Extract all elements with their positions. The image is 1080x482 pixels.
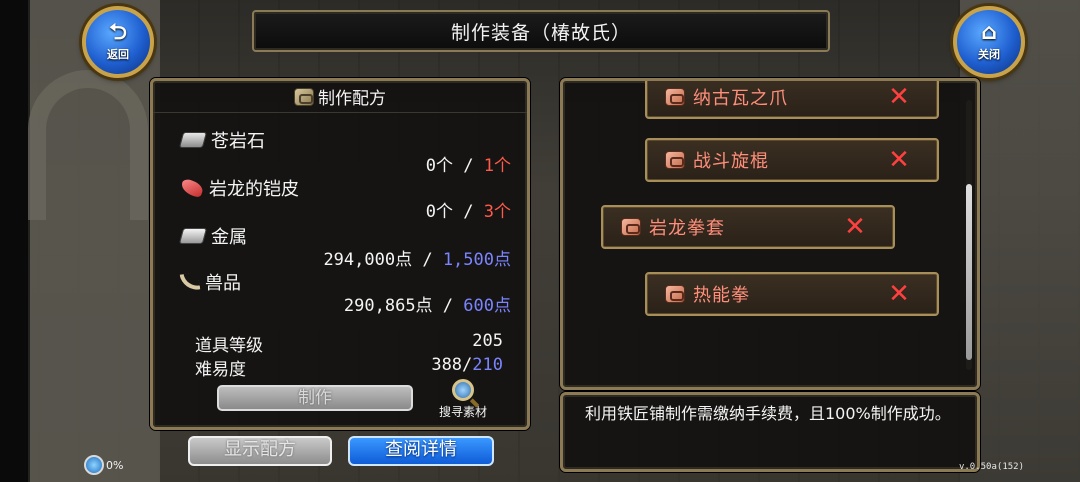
view-details-button[interactable]: 查阅详情 xyxy=(348,436,494,466)
remove-icon[interactable]: ✕ xyxy=(879,84,919,110)
version-label: v.0.50a(152) xyxy=(958,462,1024,472)
remove-icon[interactable]: ✕ xyxy=(879,281,919,307)
material-have: 0个 xyxy=(425,202,454,222)
material-row: 兽品 290,865点 / 600点 xyxy=(179,269,511,316)
material-name-label: 苍岩石 xyxy=(211,131,265,152)
recipe-header: 制作配方 xyxy=(153,81,527,113)
material-name: 金属 xyxy=(178,223,247,249)
list-item[interactable]: 纳古瓦之爪 ✕ xyxy=(645,81,939,119)
material-separator: / xyxy=(432,296,464,316)
recipe-scroll-icon xyxy=(294,87,314,106)
scroll-icon xyxy=(665,88,685,106)
list-scrollbar-thumb[interactable] xyxy=(966,184,972,360)
remove-icon[interactable]: ✕ xyxy=(879,147,919,173)
background-arch xyxy=(28,70,148,220)
magnifier-icon xyxy=(452,379,474,401)
back-button-label: 返回 xyxy=(107,48,129,61)
material-row: 金属 294,000点 / 1,500点 xyxy=(178,223,511,270)
search-materials-label: 搜寻素材 xyxy=(438,405,487,419)
screen-edge xyxy=(0,0,28,482)
material-name-label: 金属 xyxy=(211,227,247,248)
material-count: 290,865点 / 600点 xyxy=(344,291,511,316)
material-have: 0个 xyxy=(425,156,454,176)
status-percent: 0% xyxy=(106,458,124,472)
item-name: 纳古瓦之爪 xyxy=(693,88,788,109)
item-level-row: 道具等级 205 xyxy=(195,331,503,356)
material-name: 岩龙的铠皮 xyxy=(179,175,299,201)
close-button[interactable]: ⌂ 关闭 xyxy=(953,6,1025,78)
home-icon: ⌂ xyxy=(981,20,997,45)
material-separator: / xyxy=(453,156,484,176)
recipe-header-label: 制作配方 xyxy=(318,89,386,109)
material-name: 苍岩石 xyxy=(178,127,265,153)
material-row: 岩龙的铠皮 0个 / 3个 xyxy=(179,175,511,222)
list-item[interactable]: 战斗旋棍 ✕ xyxy=(645,138,939,182)
difficulty-value: 388/210 xyxy=(431,355,503,375)
material-count: 0个 / 1个 xyxy=(426,151,511,176)
material-row: 苍岩石 0个 / 1个 xyxy=(178,127,511,176)
info-text: 利用铁匠铺制作需缴纳手续费，且100%制作成功。 xyxy=(585,404,951,423)
material-count: 0个 / 3个 xyxy=(426,197,511,222)
material-separator: / xyxy=(412,250,443,270)
window-title-bar: 制作装备（椿故氏） xyxy=(252,10,830,52)
search-materials-button[interactable]: 搜寻素材 xyxy=(431,379,495,420)
claw-icon xyxy=(179,271,201,293)
show-recipe-button[interactable]: 显示配方 xyxy=(188,436,332,466)
material-have: 290,865点 xyxy=(343,296,433,316)
make-button[interactable]: 制作 xyxy=(217,385,413,411)
material-need: 1,500点 xyxy=(442,250,511,270)
info-panel: 利用铁匠铺制作需缴纳手续费，且100%制作成功。 xyxy=(560,392,980,472)
material-name-label: 岩龙的铠皮 xyxy=(209,179,299,200)
difficulty-current: 388/ xyxy=(431,355,473,375)
item-name: 岩龙拳套 xyxy=(649,218,725,239)
material-separator: / xyxy=(453,202,484,222)
status-indicator: 0% xyxy=(84,455,123,475)
remove-icon[interactable]: ✕ xyxy=(835,214,875,240)
material-need: 600点 xyxy=(463,296,511,316)
scroll-icon xyxy=(665,151,685,169)
material-have: 294,000点 xyxy=(323,250,413,270)
item-list-panel[interactable]: 纳古瓦之爪 ✕ 战斗旋棍 ✕ 岩龙拳套 ✕ 热能拳 ✕ xyxy=(560,78,980,390)
material-need: 3个 xyxy=(483,202,511,222)
list-item-selected[interactable]: 岩龙拳套 ✕ xyxy=(601,205,895,249)
item-level-label: 道具等级 xyxy=(195,336,263,356)
network-icon xyxy=(84,455,104,475)
material-name-label: 兽品 xyxy=(205,273,241,294)
metal-icon xyxy=(178,228,208,244)
item-name: 战斗旋棍 xyxy=(693,151,769,172)
window-title: 制作装备（椿故氏） xyxy=(450,21,631,44)
material-need: 1个 xyxy=(483,156,511,176)
list-item[interactable]: 热能拳 ✕ xyxy=(645,272,939,316)
stone-icon xyxy=(178,132,208,148)
return-arrow-icon: ⮌ xyxy=(109,20,127,45)
recipe-panel: 制作配方 苍岩石 0个 / 1个 岩龙的铠皮 0个 / 3个 金属 294,00… xyxy=(150,78,530,430)
close-button-label: 关闭 xyxy=(978,48,1000,61)
material-count: 294,000点 / 1,500点 xyxy=(323,245,511,270)
item-name: 热能拳 xyxy=(693,285,750,306)
material-name: 兽品 xyxy=(179,269,241,295)
item-level-value: 205 xyxy=(472,331,503,351)
scroll-icon xyxy=(665,285,685,303)
hide-icon xyxy=(179,177,205,199)
difficulty-row: 难易度 388/210 xyxy=(195,355,503,380)
difficulty-target: 210 xyxy=(472,355,503,375)
difficulty-label: 难易度 xyxy=(195,360,246,380)
scroll-icon xyxy=(621,218,641,236)
back-button[interactable]: ⮌ 返回 xyxy=(82,6,154,78)
